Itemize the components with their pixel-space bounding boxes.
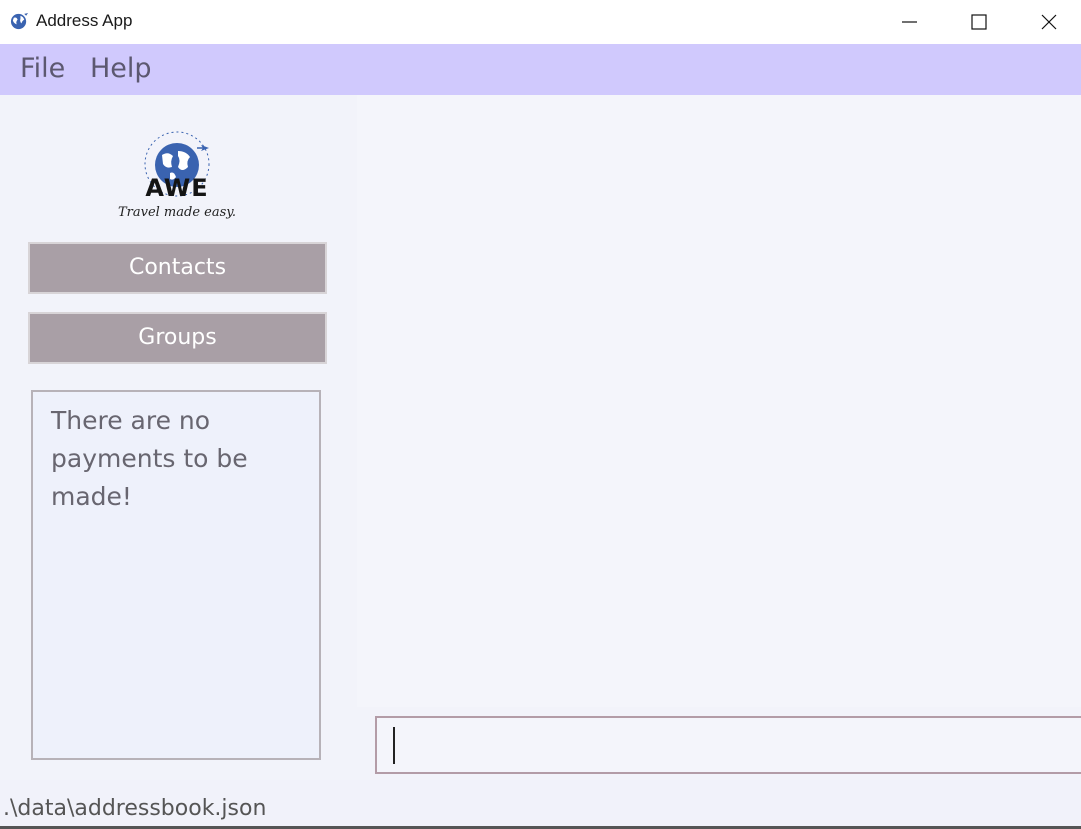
status-bar: .\data\addressbook.json <box>0 780 1081 829</box>
minimize-icon <box>902 21 917 23</box>
menu-help[interactable]: Help <box>90 53 152 84</box>
contacts-button[interactable]: Contacts <box>28 242 327 294</box>
main-display-panel <box>357 95 1081 707</box>
save-file-path: .\data\addressbook.json <box>3 796 267 821</box>
window-title: Address App <box>36 11 133 30</box>
command-input[interactable] <box>375 716 1081 774</box>
menu-bar: File Help <box>0 44 1081 95</box>
globe-app-icon <box>10 12 29 30</box>
payments-message: There are no payments to be made! <box>51 406 248 511</box>
logo-tagline: Travel made easy. <box>117 205 237 220</box>
close-icon <box>1041 14 1057 30</box>
menu-file[interactable]: File <box>20 53 65 84</box>
maximize-icon <box>971 14 987 30</box>
payments-panel: There are no payments to be made! <box>31 390 321 760</box>
logo-wordmark: AWE <box>145 174 209 202</box>
close-button[interactable] <box>1014 0 1081 44</box>
title-bar: Address App <box>0 0 1081 44</box>
groups-button[interactable]: Groups <box>28 312 327 364</box>
text-caret <box>393 727 395 764</box>
maximize-button[interactable] <box>944 0 1014 44</box>
minimize-button[interactable] <box>874 0 944 44</box>
